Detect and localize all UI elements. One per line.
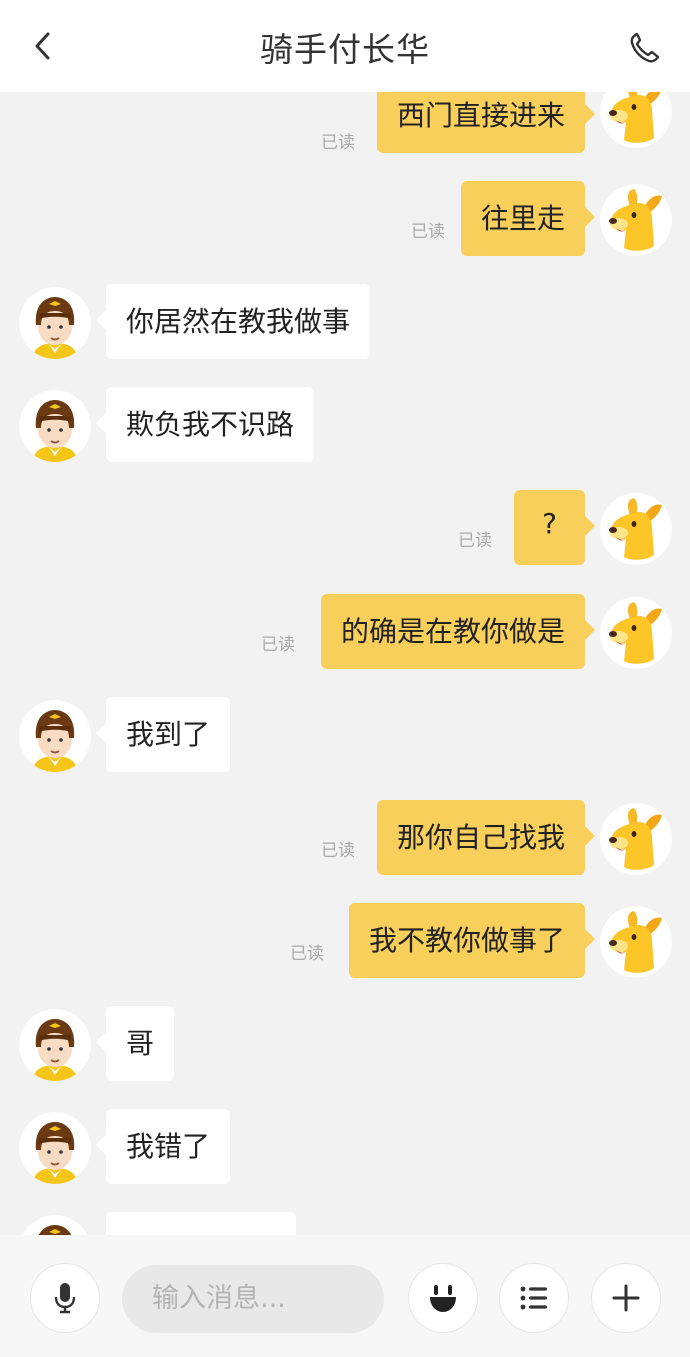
read-status: 已读: [411, 222, 445, 242]
self-avatar[interactable]: [600, 493, 672, 565]
message-row: 已读 往里走: [0, 181, 690, 263]
rider-avatar[interactable]: [19, 1215, 91, 1235]
message-bubble[interactable]: 那你自己找我: [376, 800, 596, 875]
page-title: 骑手付长华: [260, 30, 430, 69]
read-status: 已读: [321, 133, 355, 153]
message-bubble[interactable]: 你居然在教我做事: [95, 284, 371, 359]
menu-button[interactable]: [499, 1263, 569, 1333]
message-row: 你居然在教我做事: [0, 284, 690, 366]
message-bubble[interactable]: [106, 1212, 296, 1235]
message-input[interactable]: 输入消息...: [122, 1265, 384, 1333]
message-row: 已读 ?: [0, 490, 690, 572]
rider-avatar[interactable]: [19, 1112, 91, 1184]
message-bubble[interactable]: 往里走: [460, 181, 596, 256]
message-row: 我到了: [0, 697, 690, 779]
add-button[interactable]: [591, 1263, 661, 1333]
message-bubble[interactable]: 我错了: [95, 1109, 231, 1184]
self-avatar[interactable]: [600, 803, 672, 875]
self-avatar[interactable]: [600, 92, 672, 148]
message-bubble[interactable]: 欺负我不识路: [95, 387, 315, 462]
message-row: 已读 西门直接进来: [0, 92, 690, 174]
message-bubble[interactable]: 哥: [95, 1006, 175, 1081]
chat-header: 骑手付长华: [0, 0, 690, 92]
self-avatar[interactable]: [600, 597, 672, 669]
plus-icon: [612, 1284, 640, 1312]
self-avatar[interactable]: [600, 906, 672, 978]
message-row: 已读 我不教你做事了: [0, 903, 690, 985]
smiley-icon: [430, 1285, 456, 1312]
rider-avatar[interactable]: [19, 700, 91, 772]
message-row: 欺负我不识路: [0, 387, 690, 469]
read-status: 已读: [290, 944, 324, 964]
message-row: [0, 1212, 690, 1235]
rider-avatar[interactable]: [19, 1009, 91, 1081]
read-status: 已读: [261, 635, 295, 655]
rider-avatar[interactable]: [19, 390, 91, 462]
message-row: 已读 那你自己找我: [0, 800, 690, 882]
rider-avatar[interactable]: [19, 287, 91, 359]
self-avatar[interactable]: [600, 184, 672, 256]
message-row: 我错了: [0, 1109, 690, 1191]
read-status: 已读: [321, 841, 355, 861]
call-button[interactable]: [620, 24, 668, 72]
voice-button[interactable]: [30, 1263, 100, 1333]
microphone-icon: [54, 1283, 76, 1314]
phone-icon: [630, 32, 660, 63]
composer-bar: 输入消息...: [0, 1235, 690, 1357]
read-status: 已读: [458, 531, 492, 551]
message-bubble[interactable]: 的确是在教你做是: [320, 594, 596, 669]
message-bubble[interactable]: 西门直接进来: [376, 92, 596, 153]
list-icon: [520, 1286, 547, 1310]
emoji-button[interactable]: [408, 1263, 478, 1333]
message-bubble[interactable]: 我到了: [95, 697, 231, 772]
message-bubble[interactable]: ?: [514, 490, 595, 565]
message-row: 已读 的确是在教你做是: [0, 594, 690, 676]
message-row: 哥: [0, 1006, 690, 1088]
message-bubble[interactable]: 我不教你做事了: [348, 903, 596, 978]
message-list[interactable]: 已读 西门直接进来 已读 往里走 你居然在教我做事 欺负我不识路 已读 ? 已读…: [0, 92, 690, 1235]
